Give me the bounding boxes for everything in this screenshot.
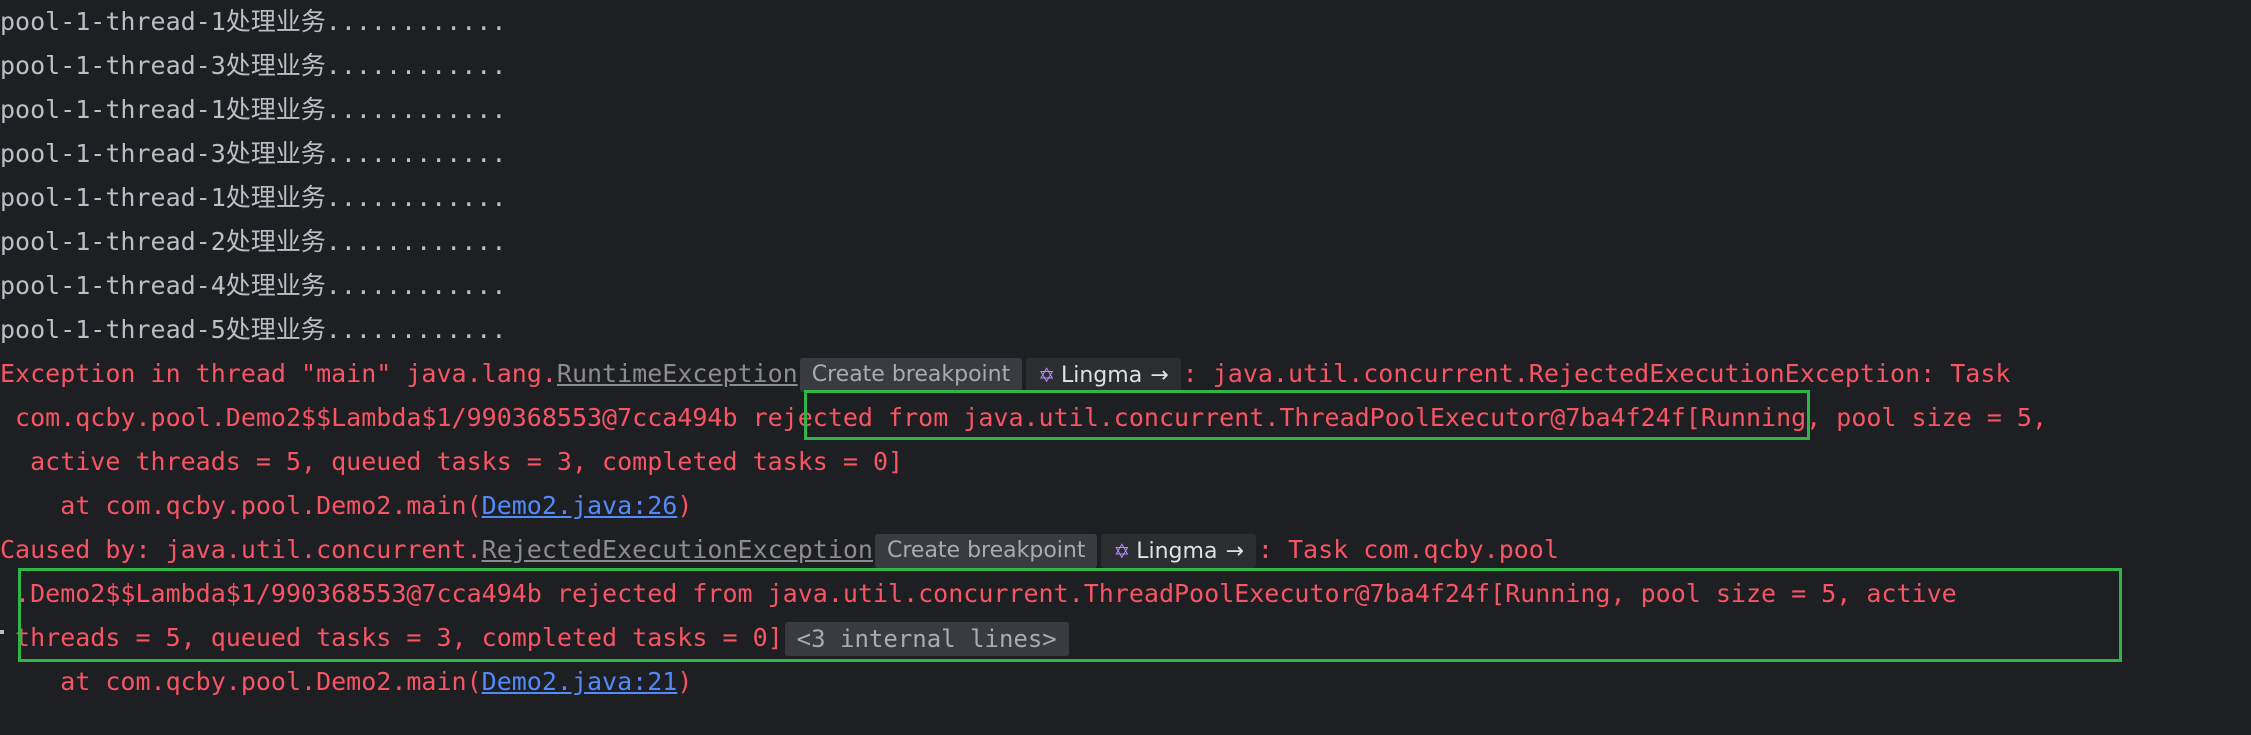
output-line: pool-1-thread-2处理业务............ <box>0 227 507 256</box>
caused-by-message-line: threads = 5, queued tasks = 3, completed… <box>0 616 1071 660</box>
output-line: pool-1-thread-3处理业务............ <box>0 139 507 168</box>
caused-by-suffix: : Task com.qcby.pool <box>1257 535 1559 564</box>
source-link-demo2-26[interactable]: Demo2.java:26 <box>482 491 678 520</box>
stack-frame-close: ) <box>677 491 693 520</box>
rejected-execution-exception-link[interactable]: RejectedExecutionException <box>482 535 873 564</box>
stack-frame-line: at com.qcby.pool.Demo2.main(Demo2.java:2… <box>0 660 692 704</box>
arrow-right-icon: → <box>1225 539 1244 564</box>
lingma-icon: ✡ <box>1113 539 1131 563</box>
lingma-icon: ✡ <box>1038 363 1055 387</box>
caused-by-message-text: threads = 5, queued tasks = 3, completed… <box>0 623 783 652</box>
exception-header-line: Exception in thread "main" java.lang.Run… <box>0 352 2010 396</box>
stack-frame-close: ) <box>677 667 693 696</box>
exception-suffix: : java.util.concurrent.RejectedExecution… <box>1182 359 2011 388</box>
output-line: pool-1-thread-4处理业务............ <box>0 271 507 300</box>
output-line: pool-1-thread-5处理业务............ <box>0 315 507 344</box>
stack-frame-text: at com.qcby.pool.Demo2.main( <box>0 491 482 520</box>
output-line: pool-1-thread-3处理业务............ <box>0 51 507 80</box>
lingma-label: Lingma <box>1060 363 1143 388</box>
source-link-demo2-21[interactable]: Demo2.java:21 <box>482 667 678 696</box>
exception-state-text: [Running, pool size = 5, <box>1685 403 2047 432</box>
lingma-label: Lingma <box>1136 539 1218 564</box>
run-console: pool-1-thread-1处理业务............ pool-1-t… <box>0 0 2251 735</box>
exception-task-text: com.qcby.pool.Demo2$$Lambda$1/990368553@… <box>0 403 753 432</box>
exception-message-line: active threads = 5, queued tasks = 3, co… <box>0 447 904 476</box>
internal-lines-folding[interactable]: <3 internal lines> <box>784 622 1069 656</box>
output-line: pool-1-thread-1处理业务............ <box>0 183 507 212</box>
exception-prefix: Exception in thread "main" java.lang. <box>0 359 557 388</box>
output-line: pool-1-thread-1处理业务............ <box>0 95 507 124</box>
exception-rejected-text: rejected from java.util.concurrent.Threa… <box>752 403 1686 432</box>
runtime-exception-link[interactable]: RuntimeException <box>557 359 798 388</box>
output-line: pool-1-thread-1处理业务............ <box>0 7 507 36</box>
caused-by-line: Caused by: java.util.concurrent.Rejected… <box>0 528 1559 572</box>
create-breakpoint-button[interactable]: Create breakpoint <box>874 534 1098 568</box>
create-breakpoint-button[interactable]: Create breakpoint <box>799 358 1023 392</box>
caused-by-prefix: Caused by: java.util.concurrent. <box>0 535 482 564</box>
gutter-marker <box>0 630 4 634</box>
exception-message-line: com.qcby.pool.Demo2$$Lambda$1/990368553@… <box>0 396 2047 440</box>
lingma-button[interactable]: ✡ Lingma → <box>1101 534 1256 568</box>
lingma-button[interactable]: ✡ Lingma → <box>1026 358 1181 392</box>
stack-frame-text: at com.qcby.pool.Demo2.main( <box>0 667 482 696</box>
caused-by-message-line: .Demo2$$Lambda$1/990368553@7cca494b reje… <box>0 579 1957 608</box>
arrow-right-icon: → <box>1150 363 1169 388</box>
stack-frame-line: at com.qcby.pool.Demo2.main(Demo2.java:2… <box>0 484 692 528</box>
